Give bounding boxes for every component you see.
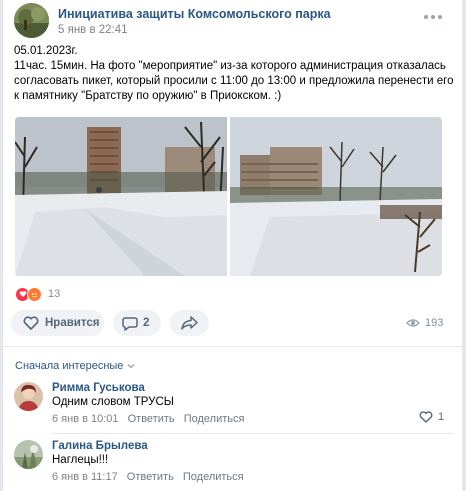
post-text-line: согласовать пикет, который просили с 11:… <box>14 75 454 87</box>
comments-sort-dropdown[interactable]: Сначала интересные <box>15 360 135 372</box>
comment-text: Наглецы!!! <box>52 454 109 466</box>
reply-link[interactable]: Ответить <box>127 471 174 483</box>
comment-divider <box>52 433 454 434</box>
post-text: 05.01.2023г. 11час. 15мин. На фото "меро… <box>14 44 454 104</box>
post-divider <box>3 346 462 347</box>
share-link[interactable]: Поделиться <box>183 471 244 483</box>
comment-item: Римма Гуськова Одним словом ТРУСЫ 6 янв … <box>14 382 454 427</box>
post-photo-park-buildings[interactable] <box>230 117 442 276</box>
more-icon[interactable] <box>424 11 442 23</box>
reactions-summary[interactable]: 13 <box>15 286 61 302</box>
post-timestamp[interactable]: 5 янв в 22:41 <box>58 24 128 36</box>
share-button[interactable] <box>170 310 209 336</box>
eye-icon <box>406 318 420 328</box>
comment-icon <box>122 316 138 331</box>
comment-author[interactable]: Римма Гуськова <box>52 382 145 394</box>
post-text-line: 05.01.2023г. <box>14 45 78 57</box>
like-button[interactable]: Нравится <box>11 310 104 336</box>
post-header: Инициатива защиты Комсомольского парка 5… <box>14 3 454 39</box>
comment-item: Галина Брылева Наглецы!!! 6 янв в 11:17 … <box>14 440 454 485</box>
reply-link[interactable]: Ответить <box>128 413 175 425</box>
comment-meta: 6 янв в 10:01 Ответить Поделиться <box>52 413 244 425</box>
comment-meta: 6 янв в 11:17 Ответить Поделиться <box>52 471 244 483</box>
right-frame-border <box>462 0 466 491</box>
comment-text: Одним словом ТРУСЫ <box>52 396 174 408</box>
heart-icon <box>23 316 39 330</box>
comment-date[interactable]: 6 янв в 10:01 <box>52 413 119 425</box>
heart-icon <box>419 411 433 423</box>
commenter-avatar[interactable] <box>14 440 43 469</box>
sort-label: Сначала интересные <box>15 360 124 372</box>
post-text-line: 11час. 15мин. На фото "мероприятие" из-з… <box>14 60 446 72</box>
group-avatar[interactable] <box>14 3 49 38</box>
like-label: Нравится <box>45 317 100 329</box>
views-counter: 193 <box>406 317 443 329</box>
comment-author[interactable]: Галина Брылева <box>52 440 148 452</box>
comment-like-button[interactable]: 1 <box>419 411 444 423</box>
angry-reaction-icon <box>27 286 42 302</box>
left-frame-border <box>0 0 3 491</box>
views-count: 193 <box>425 317 444 329</box>
chevron-down-icon <box>127 363 135 369</box>
comment-count: 2 <box>143 317 150 329</box>
post-photo-park-tower[interactable] <box>15 117 227 276</box>
comment-button[interactable]: 2 <box>113 310 161 336</box>
post-text-line: к памятнику "Братству по оружию" в Приок… <box>14 90 282 102</box>
share-icon <box>181 316 198 330</box>
share-link[interactable]: Поделиться <box>184 413 245 425</box>
reactions-count: 13 <box>48 288 61 300</box>
comment-like-count: 1 <box>438 411 445 423</box>
group-name-link[interactable]: Инициатива защиты Комсомольского парка <box>58 7 331 21</box>
commenter-avatar[interactable] <box>14 382 43 411</box>
comment-date[interactable]: 6 янв в 11:17 <box>52 471 118 483</box>
